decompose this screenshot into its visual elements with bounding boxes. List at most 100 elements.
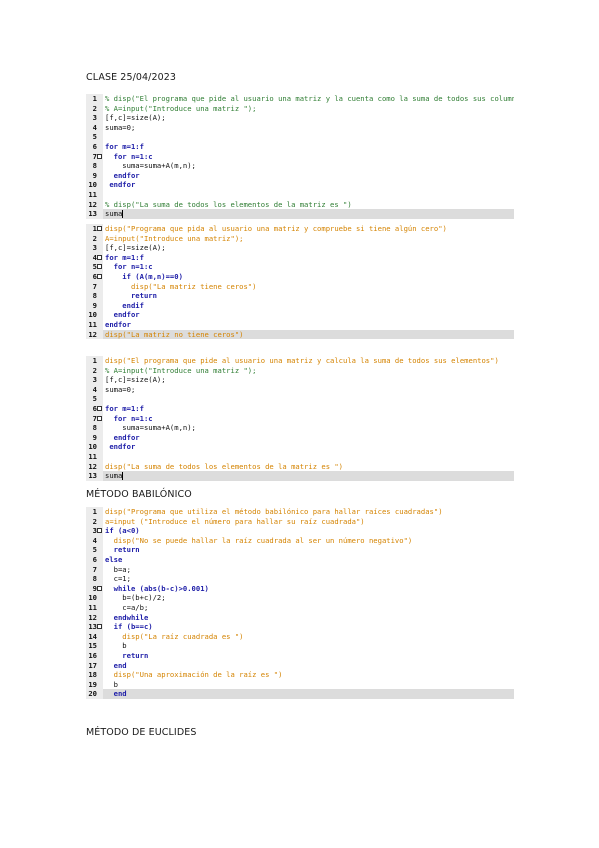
code-line[interactable]: 1 % disp("El programa que pide al usuario… [86,94,514,104]
code-line[interactable]: 7 for n=1:c [86,413,514,424]
code-text: for m=1:f [105,403,144,413]
line-number: 4 [92,122,97,132]
code-line[interactable]: 8 return [86,291,514,301]
code-line[interactable]: 4 suma=0; [86,122,514,133]
fold-toggle-icon[interactable] [97,226,102,231]
code-line[interactable]: 3 if (a<0) [86,526,514,536]
code-text: for n=1:c [105,413,153,423]
code-line[interactable]: 11 [86,451,514,462]
line-number: 12 [88,329,97,339]
code-line[interactable]: 12 disp("La matriz no tiene ceros") [86,329,514,340]
fold-toggle-icon[interactable] [97,405,102,411]
fold-toggle-icon[interactable] [97,153,102,159]
code-line[interactable]: 8 c=1; [86,574,514,584]
code-line[interactable]: 13 suma [86,471,514,481]
code-line[interactable]: 10 endfor [86,310,514,320]
code-line[interactable]: 18 disp("Una aproximación de la raíz es … [86,670,514,680]
fold-toggle-icon[interactable] [97,415,102,421]
code-text: for m=1:f [105,252,144,262]
code-line[interactable]: 13 suma [86,209,514,219]
code-text: % disp("El programa que pide al usuario … [105,94,514,103]
code-text: endfor [105,319,131,329]
fold-toggle-icon[interactable] [97,624,102,630]
fold-toggle-icon[interactable] [97,585,102,591]
code-line[interactable]: 2 % A=input("Introduce una matriz "); [86,103,514,114]
code-line[interactable]: 1 disp("Programa que pida al usuario una … [86,224,514,234]
code-line[interactable]: 7 disp("La matriz tiene ceros") [86,281,514,292]
code-line[interactable]: 2 a=input ("Introduce el número para hall… [86,516,514,527]
code-line[interactable]: 6 if (A(m,n)==0) [86,271,514,282]
code-line[interactable]: 12 endwhile [86,612,514,623]
code-text: % A=input("Introduce una matriz "); [105,103,257,113]
code-line[interactable]: 11 c=a/b; [86,602,514,613]
code-line[interactable]: 4 for m=1:f [86,252,514,263]
code-line[interactable]: 3 [f,c]=size(A); [86,243,514,253]
code-line[interactable]: 5 for n=1:c [86,262,514,272]
code-line[interactable]: 17 end [86,660,514,671]
line-number: 1 [92,356,97,365]
code-line[interactable]: 1 disp("El programa que pide al usuario u… [86,356,514,366]
code-text: endfor [105,310,140,320]
code-line[interactable]: 8 suma=suma+A(m,n); [86,161,514,171]
code-line[interactable]: 11 [86,189,514,200]
code-line[interactable]: 1 disp("Programa que utiliza el método ba… [86,507,514,517]
line-number: 3 [92,526,97,536]
code-line[interactable]: 5 return [86,545,514,555]
line-number: 17 [88,660,97,670]
line-number: 5 [92,394,97,404]
code-line[interactable]: 3 [f,c]=size(A); [86,375,514,385]
code-line[interactable]: 7 for n=1:c [86,151,514,162]
code-line[interactable]: 2 A=input("Introduce una matriz"); [86,233,514,244]
code-text: suma=0; [105,122,136,132]
code-line[interactable]: 10 endfor [86,442,514,452]
code-line[interactable]: 5 [86,132,514,142]
code-text: while (abs(b-c)>0.001) [105,583,209,593]
code-line[interactable]: 9 while (abs(b-c)>0.001) [86,583,514,594]
code-line[interactable]: 11 endfor [86,319,514,330]
code-line[interactable]: 5 [86,394,514,404]
code-block-ceros: 1 disp("Programa que pida al usuario una … [86,224,514,340]
fold-toggle-icon[interactable] [97,264,102,270]
code-text: suma [105,209,124,219]
code-line[interactable]: 4 disp("No se puede hallar la raíz cuadr… [86,535,514,546]
code-line[interactable]: 9 endfor [86,170,514,181]
code-line[interactable]: 16 return [86,650,514,661]
code-line[interactable]: 20 end [86,689,514,699]
text-cursor [122,472,124,481]
code-line[interactable]: 14 disp("La raíz cuadrada es ") [86,631,514,642]
code-text: endif [105,300,144,310]
line-number: 3 [92,243,97,253]
code-text: [f,c]=size(A); [105,113,166,123]
code-text: suma=suma+A(m,n); [105,161,196,171]
fold-toggle-icon[interactable] [97,273,102,279]
code-line[interactable]: 13 if (b==c) [86,622,514,632]
code-text: A=input("Introduce una matriz"); [105,233,244,243]
line-number: 7 [92,564,97,574]
fold-toggle-icon[interactable] [97,254,102,260]
code-line[interactable]: 9 endfor [86,432,514,443]
code-line[interactable]: 6 for m=1:f [86,403,514,414]
code-line[interactable]: 7 b=a; [86,564,514,575]
code-line[interactable]: 3 [f,c]=size(A); [86,113,514,123]
code-line[interactable]: 15 b [86,641,514,651]
code-text: disp("La matriz no tiene ceros") [105,329,244,339]
code-line[interactable]: 6 for m=1:f [86,141,514,152]
heading-euclides: MÉTODO DE EUCLIDES [86,727,197,738]
line-number: 19 [88,679,97,689]
code-line[interactable]: 10 endfor [86,180,514,190]
code-line[interactable]: 8 suma=suma+A(m,n); [86,423,514,433]
fold-toggle-icon[interactable] [97,528,102,534]
code-line[interactable]: 12 % disp("La suma de todos los elementos… [86,199,514,210]
code-line[interactable]: 6 else [86,554,514,565]
code-text: for n=1:c [105,262,153,272]
line-number: 20 [88,689,97,699]
code-line[interactable]: 2 % A=input("Introduce una matriz "); [86,365,514,376]
code-text: end [105,660,127,670]
code-line[interactable]: 4 suma=0; [86,384,514,395]
line-number: 15 [88,641,97,651]
code-line[interactable]: 12 disp("La suma de todos los elementos d… [86,461,514,472]
code-line[interactable]: 9 endif [86,300,514,311]
code-line[interactable]: 10 b=(b+c)/2; [86,593,514,603]
code-line[interactable]: 19 b [86,679,514,690]
code-text: b=a; [105,564,131,574]
